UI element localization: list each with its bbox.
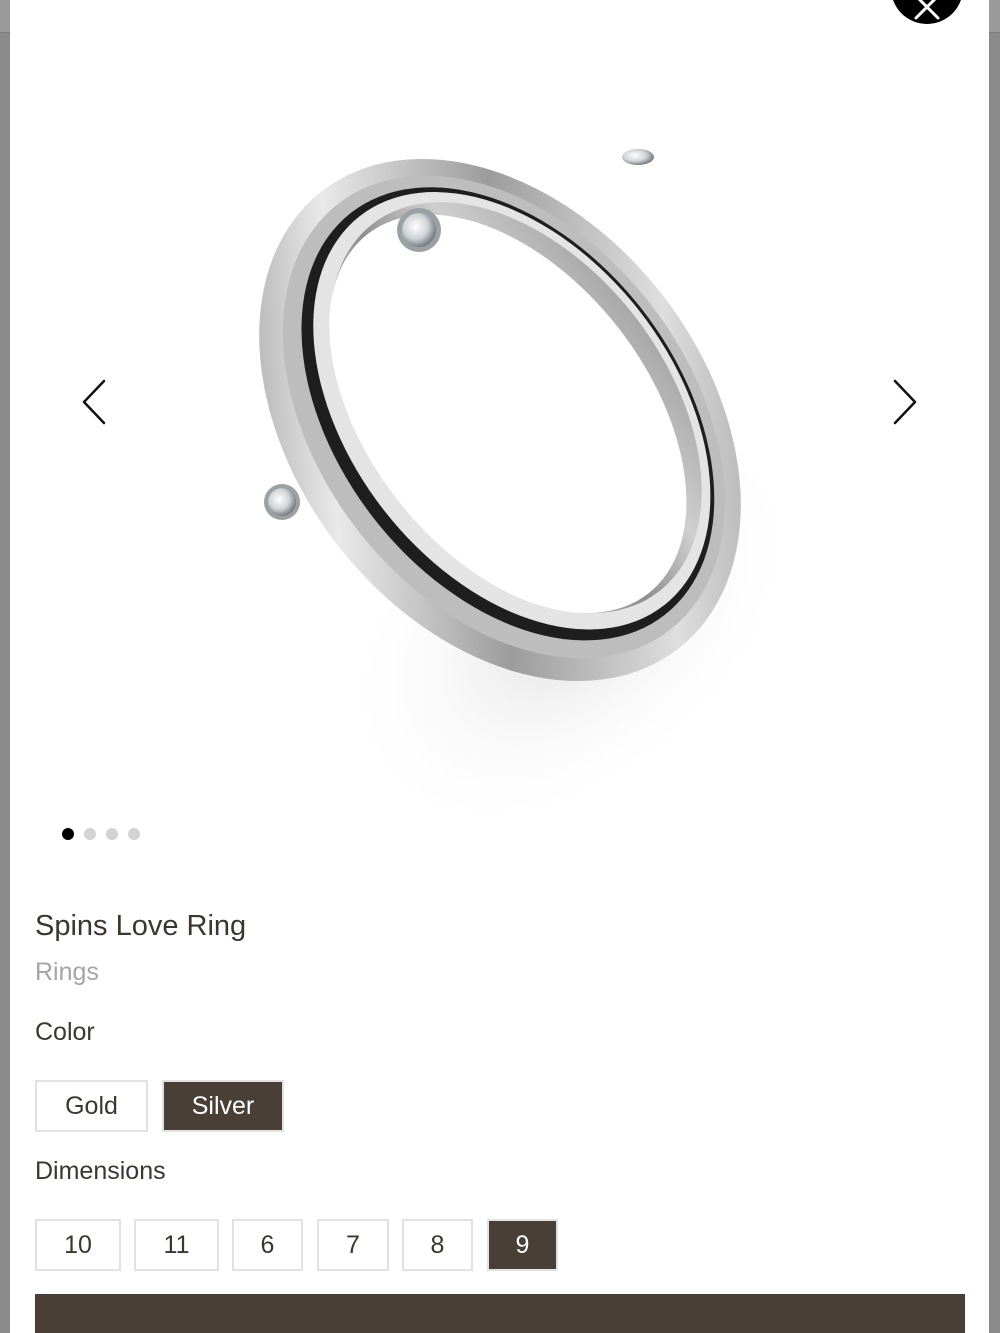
dimension-option-9[interactable]: 9 [487,1219,558,1271]
chevron-left-icon [82,379,106,425]
chevron-right-icon [893,379,917,425]
previous-image-button[interactable] [76,372,116,432]
pagination-dot[interactable] [84,828,96,840]
add-to-cart-button[interactable] [35,1294,965,1333]
dimension-option-6[interactable]: 6 [232,1219,303,1271]
gallery-pagination [62,828,140,840]
dimension-option-10[interactable]: 10 [35,1219,121,1271]
product-category: Rings [35,958,99,986]
dimension-option-7[interactable]: 7 [317,1219,389,1271]
product-gallery [10,0,989,880]
pagination-dot[interactable] [62,828,74,840]
color-option-gold[interactable]: Gold [35,1080,148,1132]
dimension-option-11[interactable]: 11 [134,1219,219,1271]
color-option-label: Color [35,1018,95,1046]
color-option-silver[interactable]: Silver [162,1080,284,1132]
pagination-dot[interactable] [106,828,118,840]
dimensions-option-label: Dimensions [35,1157,166,1185]
product-title: Spins Love Ring [35,910,247,942]
dimension-option-8[interactable]: 8 [402,1219,473,1271]
next-image-button[interactable] [883,372,923,432]
quick-view-modal: Spins Love Ring Rings Color Gold Silver … [10,0,989,1333]
product-image [259,149,798,832]
pagination-dot[interactable] [128,828,140,840]
